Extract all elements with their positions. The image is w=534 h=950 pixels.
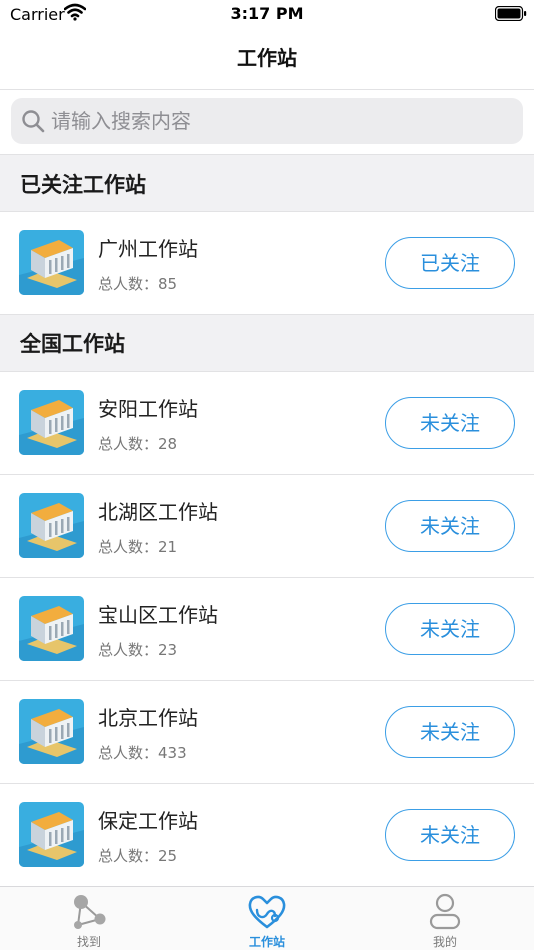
station-name: 广州工作站 [98,237,198,261]
section-header-followed: 已关注工作站 [0,154,534,212]
followed-button[interactable]: 已关注 [385,237,515,289]
station-name: 宝山区工作站 [98,603,218,627]
section-header-national: 全国工作站 [0,314,534,372]
tab-workstation[interactable]: 工作站 [178,887,356,950]
status-bar: Carrier 3:17 PM [0,0,534,28]
building-icon [19,802,84,867]
building-icon [19,230,84,295]
member-count: 总人数：25 [98,847,178,865]
battery-icon [495,6,527,21]
building-icon [19,493,84,558]
search-box[interactable] [11,98,523,144]
tab-label: 我的 [432,935,457,949]
building-icon [19,390,84,455]
navigation-bar: 工作站 [0,28,534,90]
station-name: 北京工作站 [98,706,198,730]
heart-stethoscope-icon [248,895,286,929]
follow-button[interactable]: 未关注 [385,397,515,449]
member-count: 总人数：23 [98,641,178,659]
tab-label: 工作站 [248,935,285,949]
section-title: 全国工作站 [20,332,125,356]
molecule-icon [74,895,106,929]
follow-button[interactable]: 未关注 [385,706,515,758]
list-item[interactable]: 宝山区工作站 总人数：23 未关注 [0,578,534,681]
follow-button[interactable]: 未关注 [385,809,515,861]
person-icon [429,893,461,930]
tab-mine[interactable]: 我的 [356,887,534,950]
tab-label: 找到 [76,935,101,949]
follow-button[interactable]: 未关注 [385,603,515,655]
page-title: 工作站 [237,46,297,70]
search-input[interactable] [51,98,511,144]
tab-find[interactable]: 找到 [0,887,178,950]
member-count: 总人数：21 [98,538,178,556]
list-item[interactable]: 广州工作站 总人数：85 已关注 [0,212,534,314]
search-icon [22,110,45,133]
station-name: 保定工作站 [98,809,198,833]
follow-button[interactable]: 未关注 [385,500,515,552]
station-name: 北湖区工作站 [98,500,218,524]
list-item[interactable]: 北湖区工作站 总人数：21 未关注 [0,475,534,578]
tab-bar: 找到 工作站 我的 [0,886,534,950]
status-time: 3:17 PM [230,4,304,23]
member-count: 总人数：85 [98,275,178,293]
building-icon [19,699,84,764]
member-count: 总人数：433 [98,744,187,762]
list-item[interactable]: 保定工作站 总人数：25 未关注 [0,784,534,886]
list-item[interactable]: 安阳工作站 总人数：28 未关注 [0,372,534,475]
list-item[interactable]: 北京工作站 总人数：433 未关注 [0,681,534,784]
building-icon [19,596,84,661]
station-name: 安阳工作站 [98,397,198,421]
search-area [0,90,534,154]
section-title: 已关注工作站 [20,173,146,197]
member-count: 总人数：28 [98,435,178,453]
